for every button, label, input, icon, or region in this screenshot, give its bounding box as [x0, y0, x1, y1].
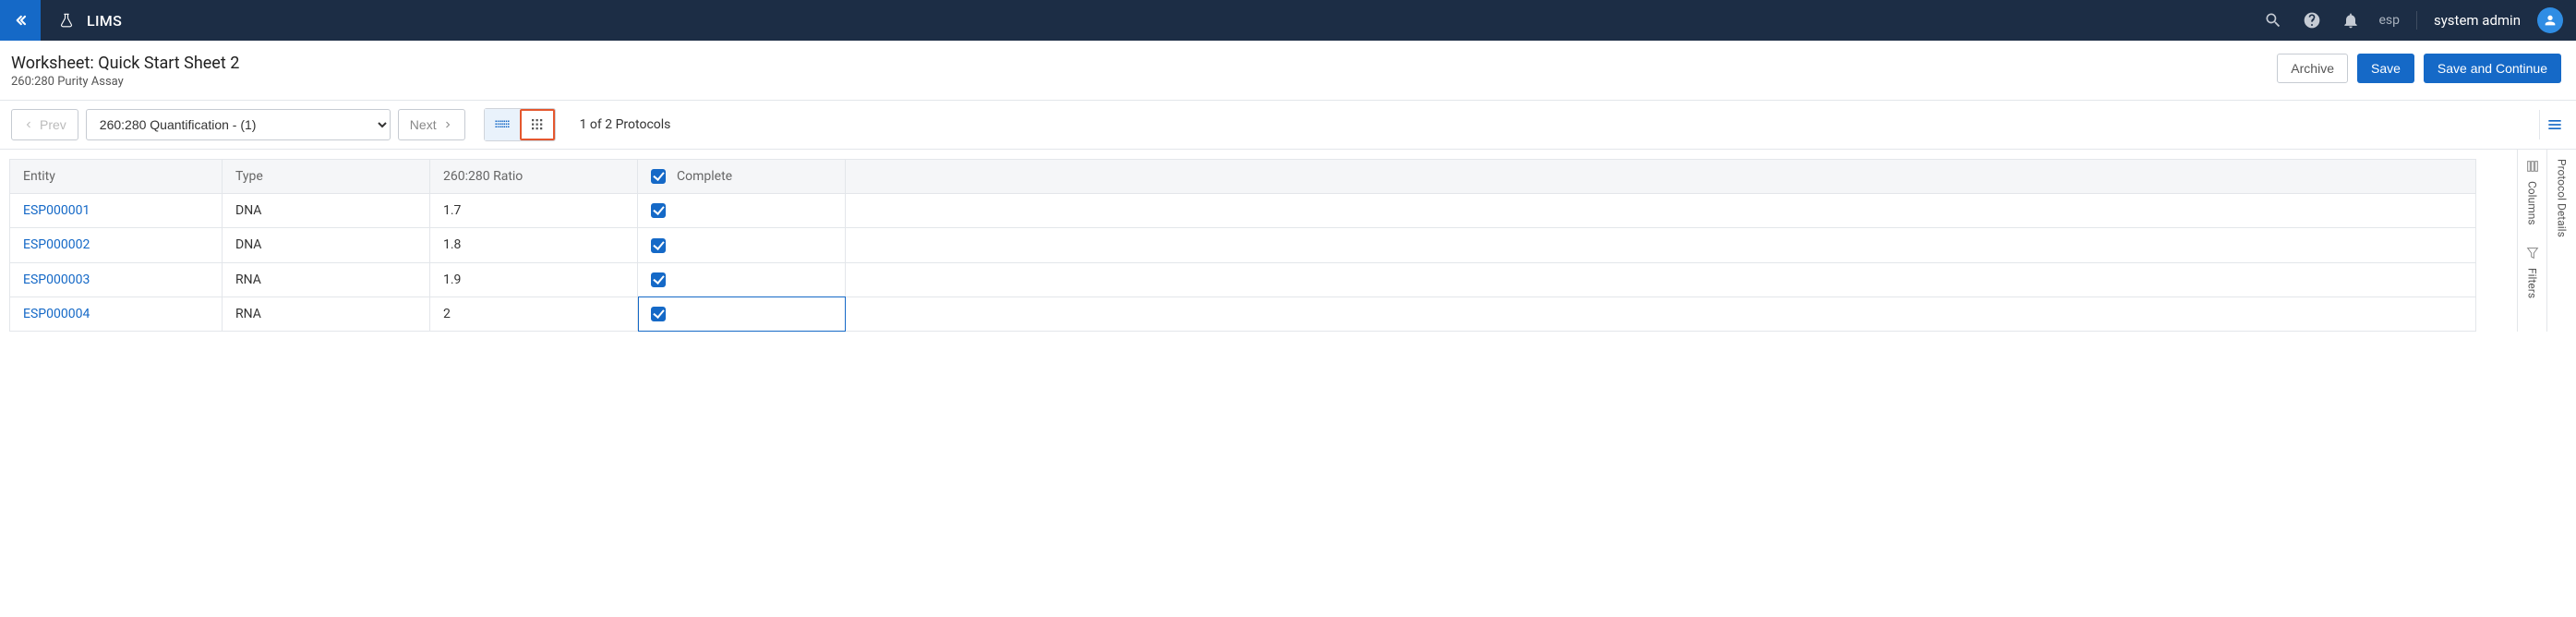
table-row[interactable]: ESP000004 RNA2 — [10, 296, 2476, 331]
data-grid: Entity Type 260:280 Ratio Complete ESP00… — [9, 159, 2476, 332]
grid-icon — [529, 116, 546, 133]
cell-ratio[interactable]: 1.9 — [430, 262, 638, 296]
cell-fill — [846, 296, 2476, 331]
view-toggle-cards[interactable] — [485, 109, 520, 140]
search-button[interactable] — [2262, 9, 2284, 31]
right-menu-button[interactable] — [2539, 110, 2569, 139]
cell-complete[interactable] — [638, 296, 846, 331]
protocol-count: 1 of 2 Protocols — [580, 117, 671, 132]
col-header-ratio[interactable]: 260:280 Ratio — [430, 160, 638, 194]
cell-fill — [846, 262, 2476, 296]
view-toggle-group — [484, 108, 556, 141]
entity-link[interactable]: ESP000004 — [23, 307, 90, 321]
protocol-select[interactable]: 260:280 Quantification - (1) — [86, 109, 391, 140]
content-area: Entity Type 260:280 Ratio Complete ESP00… — [0, 150, 2576, 332]
cell-complete[interactable] — [638, 194, 846, 228]
app-name: LIMS — [87, 12, 122, 30]
entity-link[interactable]: ESP000001 — [23, 203, 90, 218]
complete-checkbox[interactable] — [651, 203, 666, 218]
grid-small-icon — [494, 116, 511, 133]
env-label: esp — [2378, 13, 2400, 28]
entity-link[interactable]: ESP000002 — [23, 237, 90, 252]
col-header-type[interactable]: Type — [223, 160, 430, 194]
complete-checkbox[interactable] — [651, 307, 666, 321]
col-header-fill — [846, 160, 2476, 194]
next-label: Next — [410, 117, 437, 132]
cell-complete[interactable] — [638, 228, 846, 262]
table-row[interactable]: ESP000003 RNA1.9 — [10, 262, 2476, 296]
prev-label: Prev — [40, 117, 66, 132]
columns-icon — [2525, 159, 2540, 174]
menu-icon — [2546, 115, 2564, 134]
grid-wrapper: Entity Type 260:280 Ratio Complete ESP00… — [0, 150, 2517, 332]
rail-protocol-details-label: Protocol Details — [2556, 159, 2569, 237]
table-row[interactable]: ESP000002 DNA1.8 — [10, 228, 2476, 262]
complete-header-checkbox[interactable] — [651, 169, 666, 184]
chevron-double-left-icon — [11, 11, 30, 30]
col-header-entity[interactable]: Entity — [10, 160, 223, 194]
cell-complete[interactable] — [638, 262, 846, 296]
next-button[interactable]: Next — [398, 109, 465, 140]
cell-type[interactable]: DNA — [223, 194, 430, 228]
cell-fill — [846, 194, 2476, 228]
page-header: Worksheet: Quick Start Sheet 2 260:280 P… — [0, 41, 2576, 101]
filter-icon — [2525, 246, 2540, 260]
cell-ratio[interactable]: 1.8 — [430, 228, 638, 262]
cell-fill — [846, 228, 2476, 262]
back-button[interactable] — [0, 0, 41, 41]
complete-header-label: Complete — [677, 169, 732, 184]
save-button[interactable]: Save — [2357, 54, 2414, 83]
avatar[interactable] — [2537, 7, 2563, 33]
rail-filters-label: Filters — [2526, 268, 2539, 298]
view-toggle-table[interactable] — [520, 109, 555, 140]
page-title: Worksheet: Quick Start Sheet 2 — [11, 54, 239, 73]
cell-type[interactable]: DNA — [223, 228, 430, 262]
help-button[interactable] — [2301, 9, 2323, 31]
username-label[interactable]: system admin — [2434, 12, 2521, 29]
topbar: LIMS esp system admin — [0, 0, 2576, 41]
chevron-left-icon — [23, 119, 34, 130]
rail-protocol-details[interactable]: Protocol Details — [2546, 150, 2576, 332]
user-icon — [2543, 13, 2558, 28]
save-continue-button[interactable]: Save and Continue — [2424, 54, 2561, 83]
chevron-right-icon — [442, 119, 453, 130]
rail-columns[interactable]: Columns Filters — [2517, 150, 2546, 332]
cell-ratio[interactable]: 1.7 — [430, 194, 638, 228]
table-row[interactable]: ESP000001 DNA1.7 — [10, 194, 2476, 228]
flask-icon — [55, 9, 78, 31]
cell-type[interactable]: RNA — [223, 296, 430, 331]
side-rails: Columns Filters Protocol Details — [2517, 150, 2576, 332]
archive-button[interactable]: Archive — [2277, 54, 2348, 83]
cell-type[interactable]: RNA — [223, 262, 430, 296]
col-header-complete[interactable]: Complete — [638, 160, 846, 194]
help-icon — [2303, 11, 2321, 30]
prev-button[interactable]: Prev — [11, 109, 78, 140]
page-subtitle: 260:280 Purity Assay — [11, 75, 239, 89]
entity-link[interactable]: ESP000003 — [23, 272, 90, 287]
search-icon — [2264, 11, 2282, 30]
notifications-button[interactable] — [2340, 9, 2362, 31]
divider — [2416, 11, 2417, 30]
bell-icon — [2341, 11, 2360, 30]
rail-columns-label: Columns — [2526, 181, 2539, 225]
complete-checkbox[interactable] — [651, 238, 666, 253]
complete-checkbox[interactable] — [651, 272, 666, 287]
cell-ratio[interactable]: 2 — [430, 296, 638, 331]
toolbar: Prev 260:280 Quantification - (1) Next — [0, 101, 2576, 150]
